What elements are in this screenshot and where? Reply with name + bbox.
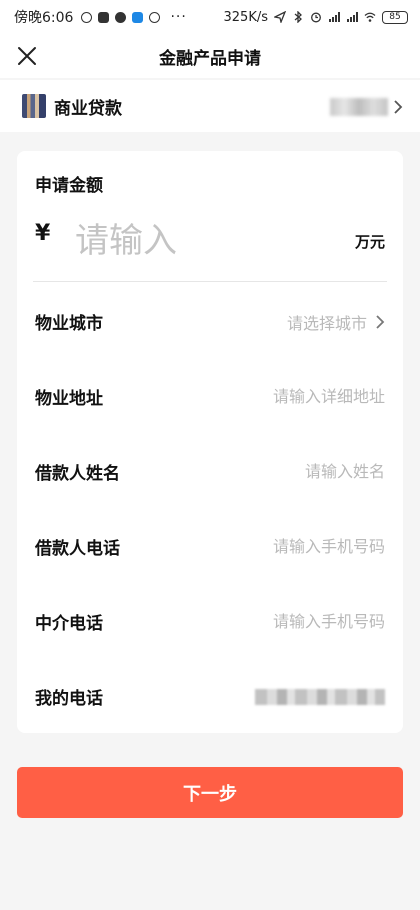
signal-icon-2 <box>347 12 358 22</box>
agent-phone-input[interactable] <box>185 612 385 631</box>
borrower-name-label: 借款人姓名 <box>35 464 120 484</box>
borrower-name-input[interactable] <box>185 462 385 481</box>
amount-unit: 万元 <box>354 233 385 251</box>
row-borrower-phone: 借款人电话 <box>17 509 403 584</box>
close-icon[interactable] <box>14 43 40 69</box>
property-city-label: 物业城市 <box>35 314 103 334</box>
bluetooth-icon <box>294 11 302 23</box>
borrower-phone-input[interactable] <box>185 537 385 556</box>
amount-label: 申请金额 <box>35 176 103 196</box>
app-notification-icon <box>81 11 93 23</box>
signal-icon <box>329 12 340 22</box>
chevron-right-icon <box>376 314 385 329</box>
status-time: 傍晚6:06 <box>14 10 74 26</box>
wifi-icon <box>364 12 376 22</box>
divider <box>33 281 387 282</box>
location-icon <box>274 11 286 23</box>
product-name: 商业贷款 <box>54 98 122 119</box>
city-select-placeholder: 请选择城市 <box>286 313 367 333</box>
next-step-button[interactable]: 下一步 <box>17 767 403 818</box>
product-detail-redacted <box>330 98 388 116</box>
network-speed: 325K/s <box>223 9 269 25</box>
city-select[interactable]: 请选择城市 <box>287 310 385 334</box>
row-property-address: 物业地址 <box>17 359 403 434</box>
wechat-pay-icon <box>149 11 161 23</box>
page-title: 金融产品申请 <box>159 48 261 69</box>
row-property-city[interactable]: 物业城市 请选择城市 <box>17 284 403 359</box>
alarm-icon <box>311 12 321 23</box>
my-phone-redacted[interactable] <box>255 688 385 705</box>
row-my-phone: 我的电话 <box>17 659 403 734</box>
navigation-icon <box>115 11 127 23</box>
message-icon <box>98 11 110 23</box>
chevron-right-icon <box>394 100 403 114</box>
nav-bar: 金融产品申请 <box>0 34 420 78</box>
product-thumbnail <box>22 94 46 118</box>
row-borrower-name: 借款人姓名 <box>17 434 403 509</box>
row-agent-phone: 中介电话 <box>17 584 403 659</box>
more-notifications-icon: ··· <box>170 9 187 25</box>
my-phone-label: 我的电话 <box>35 689 103 709</box>
amount-input[interactable] <box>75 217 295 265</box>
application-form: 申请金额 ¥ 万元 物业城市 请选择城市 物业地址 借款人姓名 借款人电话 中介… <box>17 151 403 733</box>
property-address-label: 物业地址 <box>35 389 103 409</box>
battery-icon: 85 <box>382 10 408 24</box>
property-address-input[interactable] <box>185 387 385 406</box>
status-bar: 傍晚6:06 ··· 325K/s 85 <box>0 0 420 34</box>
borrower-phone-label: 借款人电话 <box>35 539 120 559</box>
notification-icons <box>81 11 161 23</box>
agent-phone-label: 中介电话 <box>35 614 103 634</box>
yuan-icon: ¥ <box>35 221 51 246</box>
status-right: 325K/s 85 <box>223 9 408 25</box>
app-badge-icon <box>132 11 144 23</box>
product-selector[interactable]: 商业贷款 <box>0 80 420 132</box>
